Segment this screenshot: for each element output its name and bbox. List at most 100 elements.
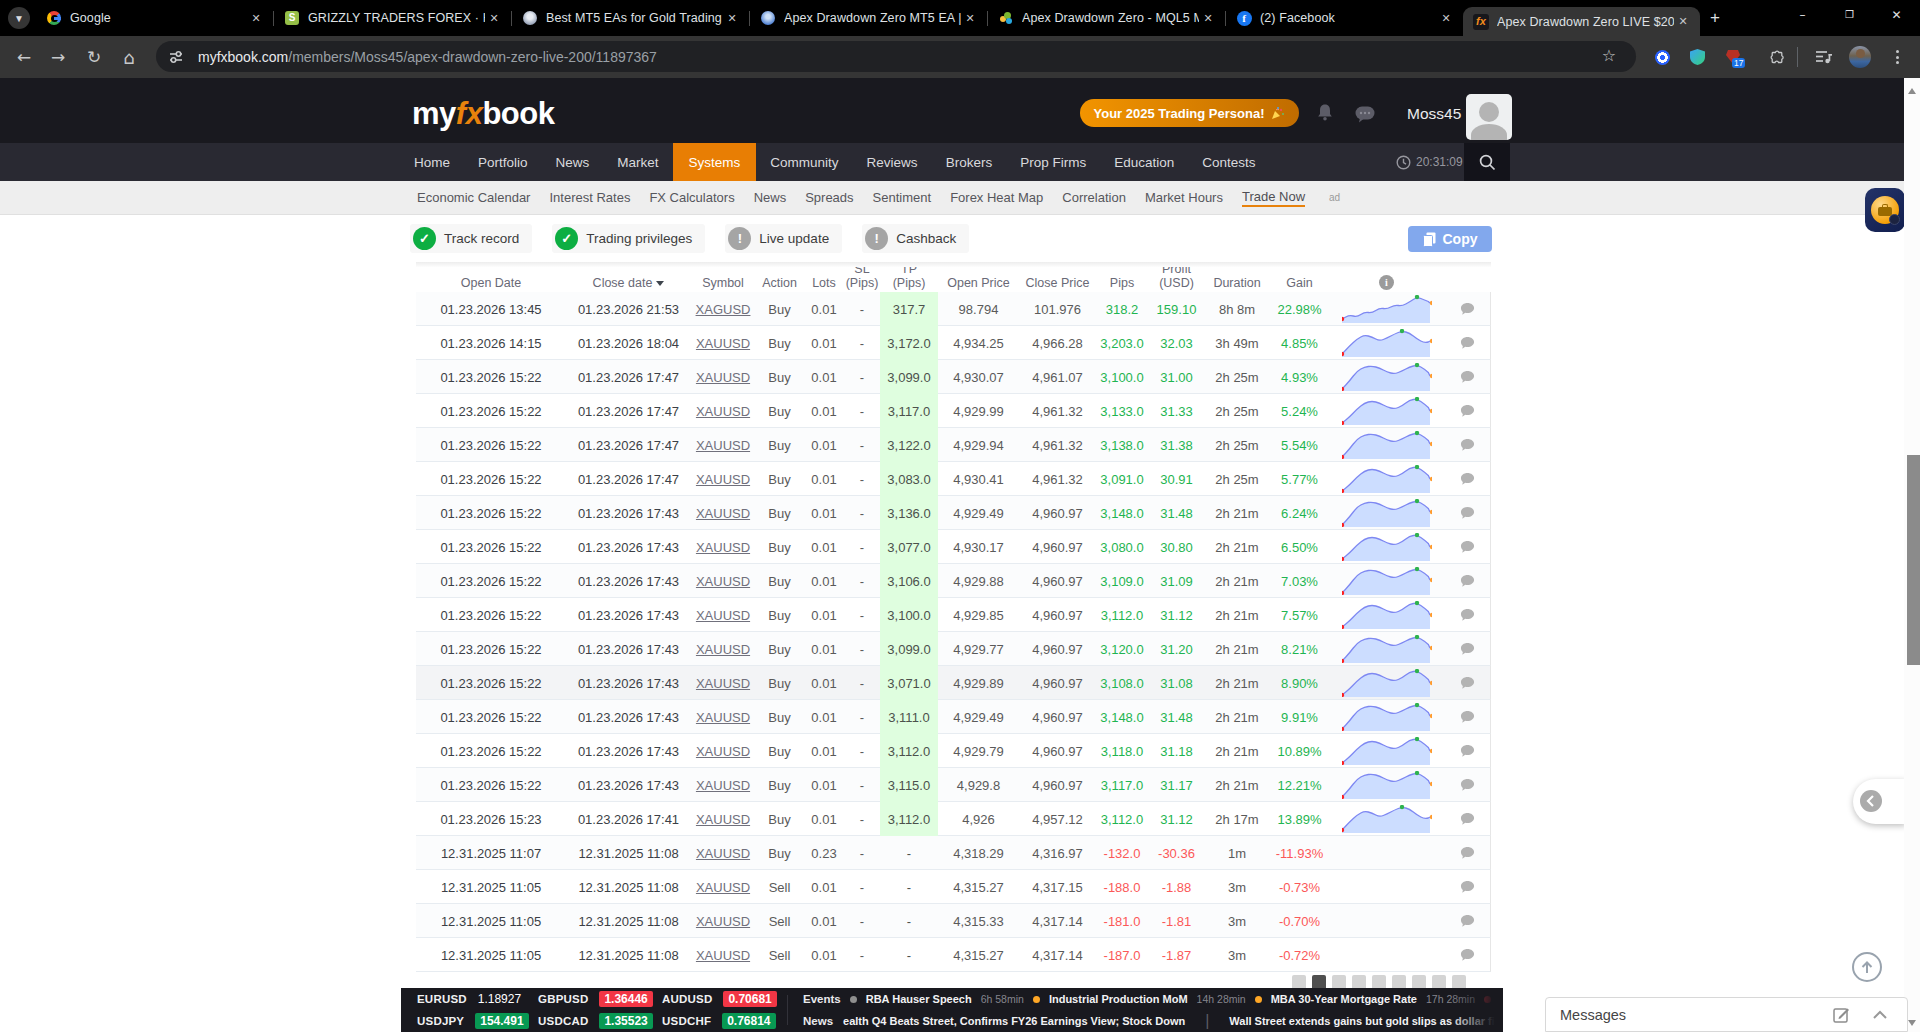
trade-row-2[interactable]: 01.23.2026 14:1501.23.2026 18:04XAUUSDBu… — [416, 326, 1491, 360]
trade-row-15[interactable]: 01.23.2026 15:2201.23.2026 17:43XAUUSDBu… — [416, 768, 1491, 802]
trade-row-10[interactable]: 01.23.2026 15:2201.23.2026 17:43XAUUSDBu… — [416, 598, 1491, 632]
trade-row-8[interactable]: 01.23.2026 15:2201.23.2026 17:43XAUUSDBu… — [416, 530, 1491, 564]
comment-icon[interactable] — [1460, 472, 1475, 486]
column-header-8[interactable]: Close Price — [1019, 276, 1096, 293]
browser-menu-icon[interactable] — [1888, 36, 1906, 78]
tab-close-icon[interactable]: ✕ — [1674, 13, 1692, 31]
nav-item-community[interactable]: Community — [756, 143, 852, 181]
window-close-button[interactable]: ✕ — [1873, 0, 1920, 30]
subnav-item-forex-heat-map[interactable]: Forex Heat Map — [950, 190, 1043, 205]
tab-close-icon[interactable]: ✕ — [1199, 9, 1217, 27]
home-icon[interactable]: ⌂ — [119, 36, 139, 78]
extensions-puzzle-icon[interactable] — [1766, 36, 1786, 78]
symbol-link[interactable]: XAUUSD — [696, 608, 750, 623]
tab-close-icon[interactable]: ✕ — [1437, 9, 1455, 27]
forward-icon[interactable]: → — [48, 36, 68, 78]
symbol-link[interactable]: XAUUSD — [696, 676, 750, 691]
trade-row-16[interactable]: 01.23.2026 15:2301.23.2026 17:41XAUUSDBu… — [416, 802, 1491, 836]
event-title[interactable]: MBA 30-Year Mortgage Rate — [1271, 993, 1417, 1005]
symbol-link[interactable]: XAUUSD — [696, 914, 750, 929]
browser-tab-2[interactable]: SGRIZZLY TRADERS FOREX · Hom✕ — [274, 0, 511, 36]
extension-adblock-icon[interactable]: 17 — [1722, 36, 1744, 78]
column-header-12[interactable]: Gain — [1269, 276, 1330, 293]
nav-item-systems[interactable]: Systems — [673, 143, 757, 181]
trade-row-1[interactable]: 01.23.2026 13:4501.23.2026 21:53XAGUSDBu… — [416, 292, 1491, 326]
notifications-bell-icon[interactable] — [1316, 103, 1334, 122]
column-header-7[interactable]: Open Price — [938, 276, 1019, 293]
symbol-link[interactable]: XAUUSD — [696, 778, 750, 793]
nav-item-home[interactable]: Home — [400, 143, 464, 181]
trading-persona-button[interactable]: Your 2025 Trading Persona! — [1080, 99, 1299, 127]
comment-icon[interactable] — [1460, 506, 1475, 520]
subnav-item-fx-calculators[interactable]: FX Calculators — [649, 190, 734, 205]
browser-tab-7[interactable]: fxApex Drawdown Zero LIVE $200✕ — [1463, 7, 1700, 36]
nav-item-education[interactable]: Education — [1100, 143, 1188, 181]
window-maximize-button[interactable]: ❐ — [1826, 0, 1873, 30]
nav-item-news[interactable]: News — [542, 143, 604, 181]
user-avatar[interactable] — [1466, 94, 1512, 140]
comment-icon[interactable] — [1460, 778, 1475, 792]
symbol-link[interactable]: XAUUSD — [696, 744, 750, 759]
symbol-link[interactable]: XAUUSD — [696, 710, 750, 725]
support-chat-widget[interactable] — [1865, 188, 1905, 232]
scrollbar-thumb[interactable] — [1907, 455, 1920, 665]
trade-row-20[interactable]: 12.31.2025 11:0512.31.2025 11:08XAUUSDSe… — [416, 938, 1491, 972]
nav-item-portfolio[interactable]: Portfolio — [464, 143, 542, 181]
subnav-item-correlation[interactable]: Correlation — [1062, 190, 1126, 205]
scroll-to-top-button[interactable] — [1852, 952, 1882, 982]
comment-icon[interactable] — [1460, 608, 1475, 622]
page-scrollbar[interactable] — [1904, 78, 1920, 1032]
subnav-item-market-hours[interactable]: Market Hours — [1145, 190, 1223, 205]
trade-row-6[interactable]: 01.23.2026 15:2201.23.2026 17:47XAUUSDBu… — [416, 462, 1491, 496]
comment-icon[interactable] — [1460, 948, 1475, 962]
comment-icon[interactable] — [1460, 404, 1475, 418]
scrollbar-up-arrow[interactable] — [1908, 88, 1916, 94]
news-headline[interactable]: ealth Q4 Beats Street, Confirms FY26 Ear… — [843, 1015, 1185, 1027]
browser-profile-avatar[interactable] — [1848, 36, 1872, 78]
column-header-11[interactable]: Duration — [1205, 276, 1269, 293]
symbol-link[interactable]: XAGUSD — [696, 302, 751, 317]
browser-tab-3[interactable]: Best MT5 EAs for Gold Trading✕ — [512, 0, 749, 36]
trade-row-14[interactable]: 01.23.2026 15:2201.23.2026 17:43XAUUSDBu… — [416, 734, 1491, 768]
trade-row-11[interactable]: 01.23.2026 15:2201.23.2026 17:43XAUUSDBu… — [416, 632, 1491, 666]
comment-icon[interactable] — [1460, 370, 1475, 384]
browser-tab-4[interactable]: Apex Drawdown Zero MT5 EA |✕ — [750, 0, 987, 36]
subnav-item-spreads[interactable]: Spreads — [805, 190, 853, 205]
trade-row-4[interactable]: 01.23.2026 15:2201.23.2026 17:47XAUUSDBu… — [416, 394, 1491, 428]
comment-icon[interactable] — [1460, 880, 1475, 894]
symbol-link[interactable]: XAUUSD — [696, 404, 750, 419]
symbol-link[interactable]: XAUUSD — [696, 438, 750, 453]
extension-shield-icon[interactable] — [1687, 36, 1707, 78]
column-header-4[interactable]: Lots — [804, 276, 844, 293]
comment-icon[interactable] — [1460, 574, 1475, 588]
comment-icon[interactable] — [1460, 302, 1475, 316]
trade-row-18[interactable]: 12.31.2025 11:0512.31.2025 11:08XAUUSDSe… — [416, 870, 1491, 904]
symbol-link[interactable]: XAUUSD — [696, 472, 750, 487]
nav-item-reviews[interactable]: Reviews — [853, 143, 932, 181]
tab-close-icon[interactable]: ✕ — [723, 9, 741, 27]
back-icon[interactable]: ← — [14, 36, 34, 78]
address-bar[interactable]: myfxbook.com/members/Moss45/apex-drawdow… — [156, 41, 1636, 72]
nav-item-prop-firms[interactable]: Prop Firms — [1006, 143, 1100, 181]
comment-icon[interactable] — [1460, 676, 1475, 690]
nav-item-brokers[interactable]: Brokers — [932, 143, 1007, 181]
comment-icon[interactable] — [1460, 438, 1475, 452]
column-header-0[interactable]: Open Date — [416, 276, 566, 293]
tab-close-icon[interactable]: ✕ — [247, 9, 265, 27]
info-icon[interactable]: i — [1379, 275, 1394, 290]
collapse-chevron-icon[interactable] — [1873, 1010, 1887, 1019]
column-header-2[interactable]: Symbol — [691, 276, 755, 293]
column-header-1[interactable]: Close date — [566, 276, 691, 293]
symbol-link[interactable]: XAUUSD — [696, 880, 750, 895]
bookmark-star-icon[interactable]: ☆ — [1602, 46, 1616, 65]
copy-button[interactable]: Copy — [1408, 226, 1492, 252]
media-controls-icon[interactable] — [1812, 36, 1834, 78]
new-tab-button[interactable]: + — [1706, 9, 1724, 27]
comment-icon[interactable] — [1460, 336, 1475, 350]
chat-bubble-icon[interactable] — [1355, 106, 1375, 123]
symbol-link[interactable]: XAUUSD — [696, 812, 750, 827]
event-title[interactable]: RBA Hauser Speech — [866, 993, 972, 1005]
browser-tab-1[interactable]: Google✕ — [36, 0, 273, 36]
comment-icon[interactable] — [1460, 914, 1475, 928]
browser-tab-5[interactable]: Apex Drawdown Zero - MQL5 M✕ — [988, 0, 1225, 36]
